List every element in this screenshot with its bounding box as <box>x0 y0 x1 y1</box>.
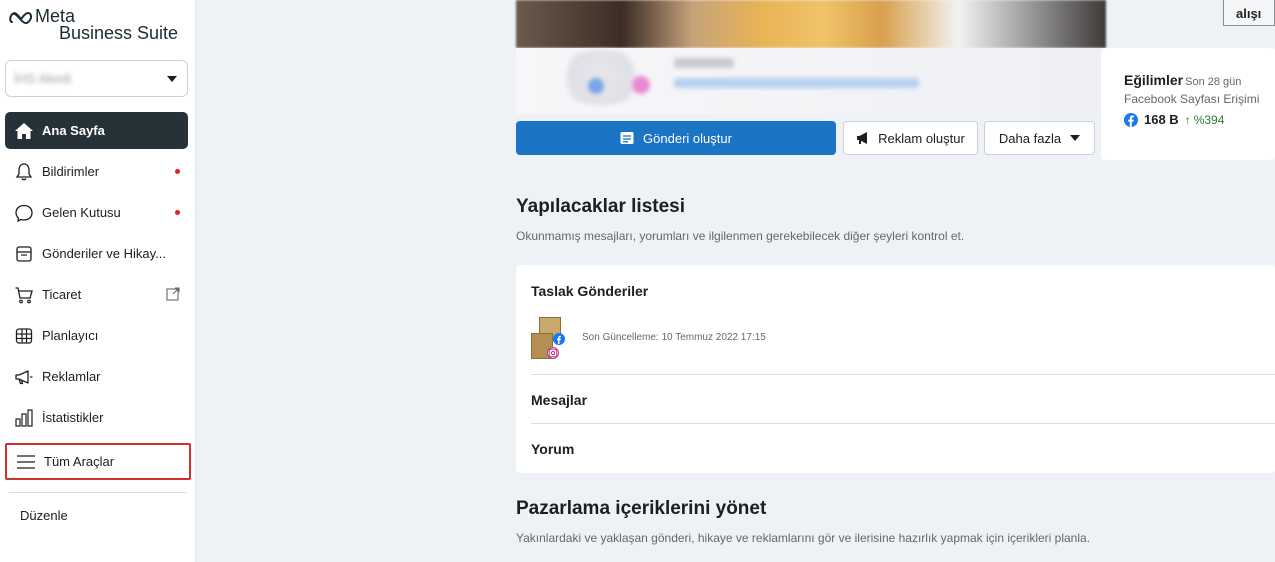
more-label: Daha fazla <box>998 130 1062 146</box>
create-post-label: Gönderi oluştur <box>643 130 732 146</box>
page-name-blurred <box>674 58 734 68</box>
sidebar-item-posts-stories[interactable]: Gönderiler ve Hikay... <box>5 235 188 272</box>
sidebar-divider <box>9 492 187 493</box>
cover-photo <box>516 0 1106 48</box>
todo-divider <box>531 374 1275 375</box>
create-ad-button[interactable]: Reklam oluştur <box>843 121 978 155</box>
sidebar-item-label: Ticaret <box>42 287 82 302</box>
sidebar: Meta Business Suite İHS Akedi Ana Sayfa … <box>0 0 196 562</box>
arrow-up-icon: ↑ <box>1184 112 1191 127</box>
megaphone-icon <box>857 132 868 144</box>
bell-icon <box>14 162 34 182</box>
more-button[interactable]: Daha fazla <box>984 121 1095 155</box>
posts-icon <box>14 244 34 264</box>
facebook-badge-icon <box>588 78 604 94</box>
sidebar-item-ads[interactable]: Reklamlar <box>5 358 188 395</box>
chat-icon <box>14 203 34 223</box>
trends-subtitle: Facebook Sayfası Erişimi <box>1124 92 1260 106</box>
page-profile-header <box>516 48 1106 114</box>
meta-logo-icon <box>9 11 33 24</box>
sidebar-item-commerce[interactable]: Ticaret <box>5 276 188 313</box>
external-link-icon <box>166 287 180 301</box>
top-right-button[interactable]: alışı <box>1223 0 1275 26</box>
create-post-button[interactable]: Gönderi oluştur <box>516 121 836 155</box>
drafts-last-updated: Son Güncelleme: 10 Temmuz 2022 17:15 <box>582 332 766 343</box>
sidebar-item-label: Planlayıcı <box>42 328 99 343</box>
bar-chart-icon <box>14 408 34 428</box>
chevron-down-icon <box>167 76 177 82</box>
todo-subtitle: Okunmamış mesajları, yorumları ve ilgile… <box>516 229 965 243</box>
sidebar-item-label: Reklamlar <box>42 369 101 384</box>
marketing-subtitle: Yakınlardaki ve yaklaşan gönderi, hikaye… <box>516 531 1091 545</box>
sidebar-item-notifications[interactable]: Bildirimler <box>5 153 188 190</box>
account-selector[interactable]: İHS Akedi <box>5 60 188 97</box>
facebook-icon <box>1124 112 1138 127</box>
sidebar-item-planner[interactable]: Planlayıcı <box>5 317 188 354</box>
todo-card: Taslak Gönderiler Son Güncelleme: 10 Tem… <box>516 265 1275 473</box>
messages-title[interactable]: Mesajlar <box>531 392 587 408</box>
todo-title: Yapılacaklar listesi <box>516 196 686 217</box>
cart-icon <box>14 285 34 305</box>
sidebar-item-inbox[interactable]: Gelen Kutusu <box>5 194 188 231</box>
meta-business-suite-logo[interactable]: Meta Business Suite <box>9 7 179 43</box>
logo-text-suite: Business Suite <box>59 23 179 43</box>
trends-change: %394 <box>1193 112 1225 127</box>
calendar-grid-icon <box>14 326 34 346</box>
menu-icon <box>16 452 36 472</box>
sidebar-item-label: Gelen Kutusu <box>42 205 121 220</box>
notification-dot <box>175 169 180 174</box>
trends-card[interactable]: Eğilimler Son 28 gün Facebook Sayfası Eri… <box>1101 48 1275 160</box>
trends-value: 168 B <box>1144 112 1179 127</box>
comments-title[interactable]: Yorum <box>531 441 574 457</box>
sidebar-item-home[interactable]: Ana Sayfa <box>5 112 188 149</box>
edit-link[interactable]: Düzenle <box>20 508 68 523</box>
trends-period: Son 28 gün <box>1185 76 1242 88</box>
instagram-icon <box>547 347 559 359</box>
sidebar-item-label: Bildirimler <box>42 164 100 179</box>
sidebar-item-label: İstatistikler <box>42 410 104 425</box>
trends-title: Eğilimler Son 28 gün <box>1124 72 1275 88</box>
trends-stat: 168 B ↑ %394 <box>1124 112 1275 127</box>
page-link-blurred <box>674 78 919 88</box>
profile-avatar <box>556 50 646 105</box>
account-name: İHS Akedi <box>14 71 72 86</box>
marketing-title: Pazarlama içeriklerini yönet <box>516 498 767 519</box>
todo-divider <box>531 423 1275 424</box>
home-icon <box>14 121 34 141</box>
caret-down-icon <box>1070 135 1081 141</box>
post-icon <box>620 132 634 144</box>
create-ad-label: Reklam oluştur <box>878 130 965 146</box>
sidebar-item-label: Gönderiler ve Hikay... <box>42 246 167 261</box>
sidebar-item-insights[interactable]: İstatistikler <box>5 399 188 436</box>
trends-title-text: Eğilimler <box>1124 72 1184 88</box>
notification-dot <box>175 210 180 215</box>
sidebar-item-all-tools[interactable]: Tüm Araçlar <box>5 443 191 480</box>
sidebar-item-label: Ana Sayfa <box>42 123 105 138</box>
draft-thumbnails[interactable] <box>531 317 565 359</box>
sidebar-item-label: Tüm Araçlar <box>44 454 115 469</box>
facebook-icon <box>553 333 565 345</box>
drafts-title[interactable]: Taslak Gönderiler <box>531 283 648 299</box>
instagram-badge-icon <box>632 76 650 94</box>
megaphone-icon <box>14 367 34 387</box>
